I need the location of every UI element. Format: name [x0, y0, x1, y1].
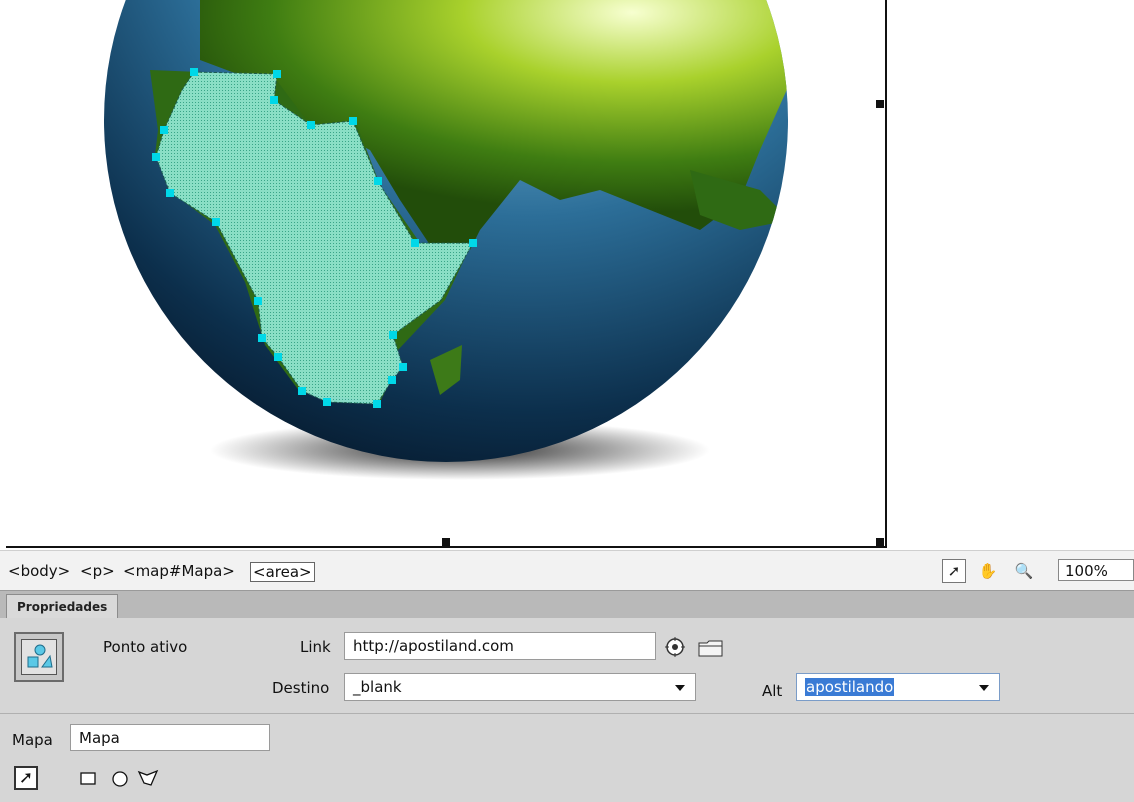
- link-field[interactable]: http://apostiland.com: [344, 632, 656, 660]
- tag-area[interactable]: <area>: [250, 562, 315, 582]
- zoom-level-field[interactable]: 100%: [1058, 559, 1134, 581]
- resize-handle-corner[interactable]: [876, 538, 884, 546]
- pointer-icon[interactable]: ➚: [942, 559, 966, 583]
- resize-handle-bottom[interactable]: [442, 538, 450, 546]
- tag-selector-bar: <body> <p> <map#Mapa> <area> ➚ ✋ 🔍 100%: [0, 550, 1134, 591]
- map-name-field[interactable]: Mapa: [70, 724, 270, 751]
- hotspot-type-label: Ponto ativo: [103, 638, 188, 656]
- hand-icon[interactable]: ✋: [976, 559, 1000, 583]
- rectangle-hotspot-icon[interactable]: [76, 766, 100, 790]
- tag-body[interactable]: <body>: [8, 562, 70, 580]
- oval-hotspot-icon[interactable]: [108, 766, 132, 790]
- target-label: Destino: [272, 679, 330, 697]
- alt-label: Alt: [762, 682, 783, 700]
- tab-properties[interactable]: Propriedades: [6, 594, 119, 620]
- chevron-down-icon: [979, 685, 989, 691]
- image-border-right: [885, 0, 887, 546]
- zoom-icon[interactable]: 🔍: [1012, 559, 1036, 583]
- image-border-bottom: [6, 546, 887, 548]
- target-dropdown[interactable]: _blank: [344, 673, 696, 701]
- browse-folder-icon[interactable]: [698, 638, 724, 658]
- hotspot-type-icon: [14, 632, 64, 682]
- link-label: Link: [300, 638, 331, 656]
- panel-header: Propriedades: [0, 590, 1134, 620]
- map-name-value: Mapa: [79, 729, 120, 747]
- alt-field[interactable]: apostilando: [796, 673, 1000, 701]
- properties-panel: Ponto ativo Link http://apostiland.com D…: [0, 618, 1134, 802]
- point-to-file-icon[interactable]: [664, 636, 686, 658]
- pointer-hotspot-icon[interactable]: ➚: [14, 766, 38, 790]
- chevron-down-icon: [675, 685, 685, 691]
- polygon-hotspot-icon[interactable]: [136, 766, 160, 790]
- panel-divider: [0, 713, 1134, 714]
- target-value: _blank: [353, 678, 402, 696]
- link-value: http://apostiland.com: [353, 637, 514, 655]
- globe-image[interactable]: [0, 0, 1134, 550]
- tag-p[interactable]: <p>: [80, 562, 115, 580]
- alt-value: apostilando: [805, 678, 895, 696]
- tag-map[interactable]: <map#Mapa>: [123, 562, 235, 580]
- resize-handle-right[interactable]: [876, 100, 884, 108]
- design-view: [0, 0, 1134, 550]
- map-label: Mapa: [12, 731, 53, 749]
